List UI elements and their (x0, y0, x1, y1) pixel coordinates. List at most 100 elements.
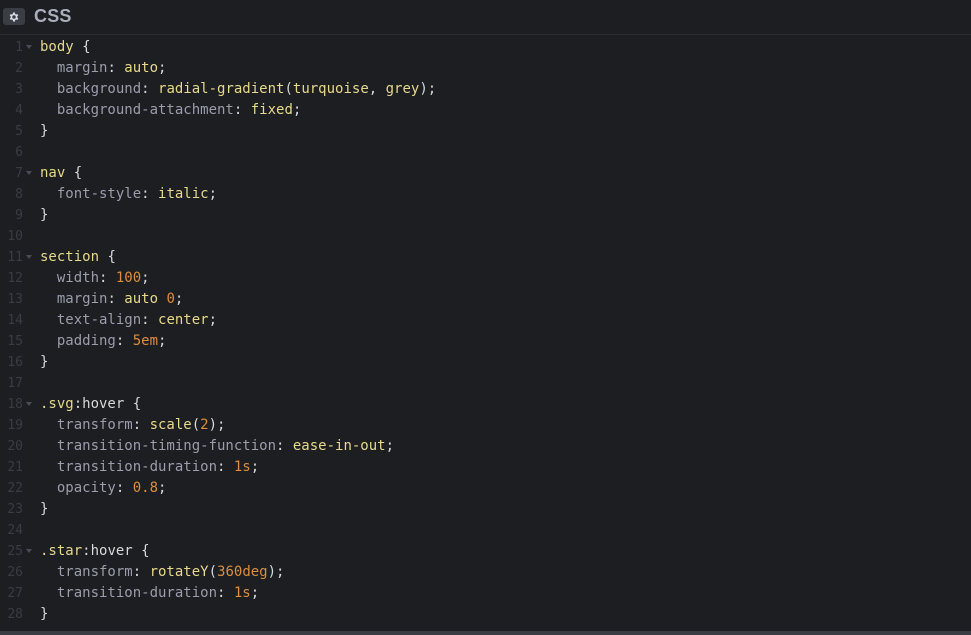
code-token: ; (175, 291, 183, 307)
fold-arrow-icon[interactable] (26, 171, 32, 175)
code-token: : (141, 186, 158, 202)
line-number: 4 (0, 100, 23, 121)
line-number: 12 (0, 268, 23, 289)
code-token: ; (209, 186, 217, 202)
line-number: 7 (0, 163, 23, 184)
code-token: ; (251, 585, 259, 601)
code-token: ; (293, 102, 301, 118)
code-token (40, 564, 57, 580)
code-token (40, 60, 57, 76)
code-line[interactable]: 24 (0, 520, 971, 541)
code-token (40, 438, 57, 454)
code-token: : (234, 102, 251, 118)
fold-arrow-icon[interactable] (26, 402, 32, 406)
code-token: } (40, 123, 48, 139)
code-token: ); (419, 81, 436, 97)
code-line[interactable]: 28} (0, 604, 971, 625)
code-line[interactable]: 9} (0, 205, 971, 226)
fold-arrow-icon[interactable] (26, 255, 32, 259)
code-token: ( (192, 417, 200, 433)
code-token: 100 (116, 270, 141, 286)
code-text: margin: auto 0; (40, 289, 183, 310)
code-line[interactable]: 25 .star:hover { (0, 541, 971, 562)
line-number: 25 (0, 541, 23, 562)
settings-button[interactable] (3, 8, 25, 25)
code-token: ( (209, 564, 217, 580)
code-text: nav { (40, 163, 82, 184)
code-token: text-align (57, 312, 141, 328)
code-line[interactable]: 18.svg:hover { (0, 394, 971, 415)
fold-arrow-icon[interactable] (26, 549, 32, 553)
code-token: , (369, 81, 386, 97)
panel-title: CSS (34, 6, 72, 27)
code-token: grey (386, 81, 420, 97)
code-token (40, 291, 57, 307)
css-editor-panel: CSS 1body {2 margin: auto;3 background: … (0, 0, 971, 635)
code-line[interactable]: 20 transition-timing-function: ease-in-o… (0, 436, 971, 457)
code-token: 0 (166, 291, 174, 307)
code-token: { (99, 249, 116, 265)
code-text: } (40, 205, 48, 226)
code-token: { (124, 396, 141, 412)
code-line[interactable]: 3 background: radial-gradient(turquoise,… (0, 79, 971, 100)
code-line[interactable]: 6 (0, 142, 971, 163)
code-line[interactable]: 17 (0, 373, 971, 394)
code-line[interactable]: 10 (0, 226, 971, 247)
code-line[interactable]: 2 margin: auto; (0, 58, 971, 79)
code-token: 1s (234, 459, 251, 475)
code-line[interactable]: 22 opacity: 0.8; (0, 478, 971, 499)
code-token: body (40, 39, 74, 55)
code-token: ; (158, 333, 166, 349)
code-line[interactable]: 13 margin: auto 0; (0, 289, 971, 310)
code-token: : (217, 459, 234, 475)
code-line[interactable]: 7 nav { (0, 163, 971, 184)
code-line[interactable]: 8 font-style: italic; (0, 184, 971, 205)
line-number: 22 (0, 478, 23, 499)
code-text: .star:hover { (40, 541, 150, 562)
code-token (40, 186, 57, 202)
code-token: { (65, 165, 82, 181)
code-line[interactable]: 23} (0, 499, 971, 520)
line-number: 20 (0, 436, 23, 457)
code-token: ( (284, 81, 292, 97)
line-number: 27 (0, 583, 23, 604)
code-line[interactable]: 1body { (0, 37, 971, 58)
resize-handle[interactable] (0, 631, 971, 635)
code-token: scale (150, 417, 192, 433)
code-token: fixed (251, 102, 293, 118)
code-token: : (133, 417, 150, 433)
code-line[interactable]: 19 transform: scale(2); (0, 415, 971, 436)
code-line[interactable]: 4 background-attachment: fixed; (0, 100, 971, 121)
code-token: transition-duration (57, 585, 217, 601)
code-text: padding: 5em; (40, 331, 166, 352)
code-line[interactable]: 16} (0, 352, 971, 373)
line-number: 13 (0, 289, 23, 310)
line-number: 9 (0, 205, 23, 226)
code-line[interactable]: 27 transition-duration: 1s; (0, 583, 971, 604)
code-editor[interactable]: 1body {2 margin: auto;3 background: radi… (0, 37, 971, 625)
code-token: : (99, 270, 116, 286)
code-text: } (40, 352, 48, 373)
code-token: :hover (82, 543, 133, 559)
code-token: } (40, 354, 48, 370)
code-line[interactable]: 11section { (0, 247, 971, 268)
line-number: 19 (0, 415, 23, 436)
code-line[interactable]: 5} (0, 121, 971, 142)
code-line[interactable]: 26 transform: rotateY(360deg); (0, 562, 971, 583)
code-token (40, 417, 57, 433)
code-token: font-style (57, 186, 141, 202)
line-number: 24 (0, 520, 23, 541)
code-token: ; (251, 459, 259, 475)
code-text: transition-duration: 1s; (40, 457, 259, 478)
code-line[interactable]: 21 transition-duration: 1s; (0, 457, 971, 478)
code-line[interactable]: 15 padding: 5em; (0, 331, 971, 352)
code-line[interactable]: 14 text-align: center; (0, 310, 971, 331)
code-token: transform (57, 564, 133, 580)
code-text: width: 100; (40, 268, 150, 289)
fold-arrow-icon[interactable] (26, 45, 32, 49)
code-token: auto (124, 291, 158, 307)
code-token (40, 270, 57, 286)
code-token: : (133, 564, 150, 580)
code-line[interactable]: 12 width: 100; (0, 268, 971, 289)
code-text: section { (40, 247, 116, 268)
